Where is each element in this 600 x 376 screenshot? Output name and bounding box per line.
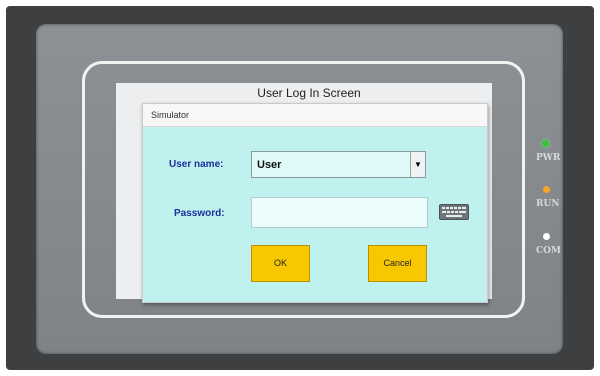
cancel-button[interactable]: Cancel bbox=[368, 245, 427, 282]
ok-button[interactable]: OK bbox=[251, 245, 310, 282]
password-label: Password: bbox=[174, 208, 225, 219]
username-select[interactable]: User ▼ bbox=[251, 151, 426, 178]
username-value: User bbox=[257, 159, 282, 171]
login-dialog: Simulator User name: User ▼ Password: OK… bbox=[142, 103, 488, 303]
username-label: User name: bbox=[169, 159, 224, 170]
screen-title: User Log In Screen bbox=[257, 86, 361, 100]
chevron-down-icon[interactable]: ▼ bbox=[410, 152, 425, 177]
com-label: COM bbox=[536, 246, 561, 256]
password-input[interactable] bbox=[251, 197, 428, 228]
pwr-led-icon bbox=[542, 140, 549, 147]
com-led-icon bbox=[543, 233, 550, 240]
dialog-title: Simulator bbox=[151, 110, 190, 120]
pwr-label: PWR bbox=[536, 153, 561, 163]
run-label: RUN bbox=[536, 199, 560, 209]
keyboard-icon[interactable] bbox=[439, 204, 469, 220]
run-led-icon bbox=[543, 186, 550, 193]
dialog-titlebar: Simulator bbox=[143, 104, 487, 127]
